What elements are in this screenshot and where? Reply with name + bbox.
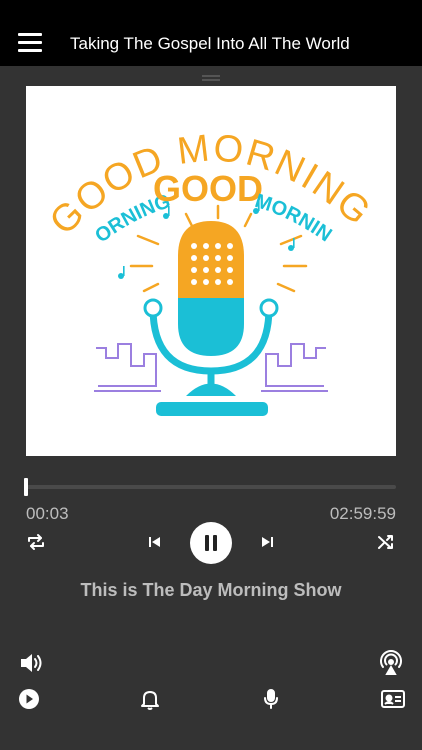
airplay-audio-icon[interactable] [378,650,404,676]
app-header: Taking The Gospel Into All The World [0,0,422,66]
show-title: This is The Day Morning Show [80,580,342,600]
volume-icon[interactable] [19,651,45,675]
shuffle-icon[interactable] [376,532,396,552]
current-time: 00:03 [26,504,69,523]
artwork-line2-center: GOOD [153,168,263,209]
play-circle-icon[interactable] [18,688,40,710]
pause-button[interactable] [190,522,232,564]
drag-handle[interactable] [202,75,220,81]
album-artwork: GOOD MORNING! MORNING GOOD MORNING! [26,86,396,456]
progress-scrubber[interactable] [24,478,28,496]
hamburger-menu-icon[interactable] [18,31,42,55]
pause-icon [205,535,217,551]
contact-card-icon[interactable] [381,689,405,709]
microphone-icon [178,221,244,356]
repeat-icon[interactable] [26,532,46,552]
total-time: 02:59:59 [329,504,396,523]
next-track-icon[interactable] [259,534,275,550]
page-title: Taking The Gospel Into All The World [70,34,350,53]
microphone-button-icon[interactable] [262,688,280,710]
progress-bar[interactable] [26,485,396,489]
previous-track-icon[interactable] [147,534,163,550]
artwork-line1: GOOD MORNING! [26,86,379,243]
bell-icon[interactable] [140,688,160,710]
